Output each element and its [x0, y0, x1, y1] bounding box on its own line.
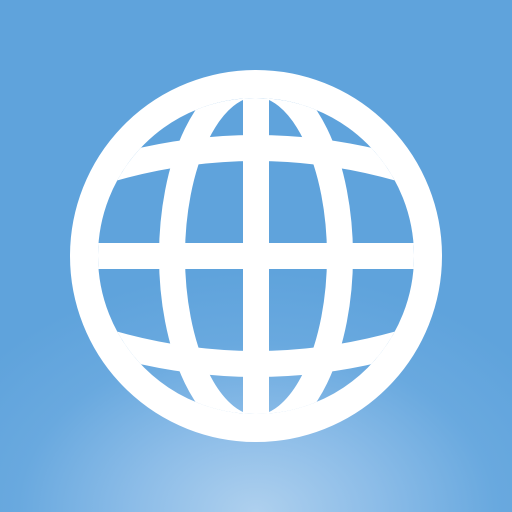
app-icon-tile[interactable] [0, 0, 512, 512]
globe-icon [70, 70, 442, 442]
globe-glyph [70, 70, 442, 442]
